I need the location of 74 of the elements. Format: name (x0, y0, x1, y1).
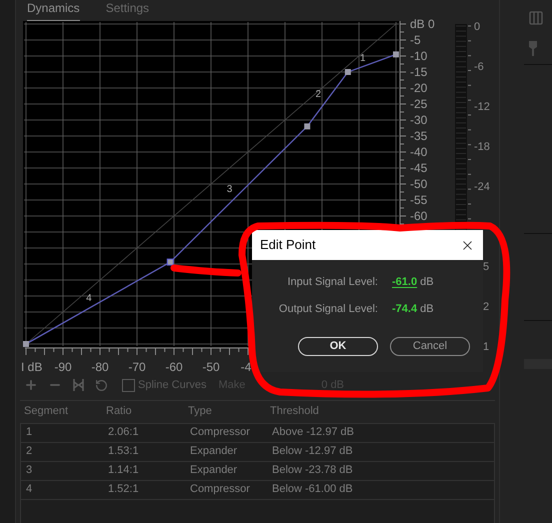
column-header: Segment (23, 404, 70, 420)
table-cell-text: 1.53:1 (107, 444, 140, 460)
meter-label: 1 (483, 341, 490, 353)
table-cell-text: Expander (189, 444, 238, 460)
table-cell-text: 2.06:1 (107, 425, 140, 440)
dialog-button[interactable]: Cancel (390, 337, 470, 356)
axis-label: -40 (410, 145, 428, 159)
column-header: Ratio (105, 404, 133, 420)
unit-label: dB (420, 275, 434, 290)
add-icon[interactable] (24, 378, 38, 392)
table-cell-text: Expander (189, 463, 238, 478)
segment-label: 2 (316, 89, 322, 100)
axis-label: -70 (128, 360, 146, 374)
meter-label: 5 (483, 261, 490, 273)
axis-label: -80 (91, 360, 109, 374)
table-row[interactable]: 3 1.14:1 Expander Below -23.78 dB (21, 462, 494, 480)
field-label: Input Signal Level: (286, 275, 378, 290)
slider-handle-icon[interactable] (528, 40, 538, 56)
axis-label: -10 (410, 49, 428, 63)
axis-label: -90 (54, 360, 72, 374)
leader-line (170, 264, 242, 276)
meter-label: -18 (474, 141, 490, 153)
axis-label: -25 (410, 97, 428, 111)
undo-icon[interactable] (95, 378, 108, 392)
axis-label: -60 (165, 360, 183, 374)
table-cell-text: 1.14:1 (107, 463, 140, 478)
table-cell-text: Below -61.00 dB (271, 482, 354, 498)
checkbox[interactable] (122, 378, 135, 392)
value-field[interactable]: -61.0 (392, 274, 418, 290)
meter-label: 0 (474, 22, 480, 33)
curve-point[interactable] (166, 258, 174, 266)
table-row[interactable]: 1 2.06:1 Compressor Above -12.97 dB (21, 424, 494, 442)
axis-label: dB 0 (410, 17, 435, 31)
table-cell-text: Below -12.97 dB (271, 444, 354, 460)
axis-label: -50 (202, 360, 220, 374)
axis-label: I dB (21, 360, 42, 374)
columns-icon[interactable] (528, 10, 544, 26)
unit-label: dB (420, 302, 434, 316)
axis-label: -45 (410, 161, 428, 175)
meter-label: 2 (483, 301, 490, 313)
segment-label: 4 (86, 293, 92, 304)
dialog-title: Edit Point (260, 236, 316, 254)
tab[interactable]: Settings (106, 0, 150, 22)
axis-label: -60 (410, 209, 428, 223)
column-header: Type (187, 404, 213, 420)
meter-label: -6 (474, 61, 484, 73)
meter-label: -12 (474, 101, 490, 113)
axis-label: -20 (410, 81, 428, 95)
table-cell-text: 4 (25, 482, 34, 498)
axis-label: -55 (410, 193, 428, 207)
segment-label: 3 (226, 184, 232, 196)
axis-label: -15 (410, 65, 428, 79)
meter-label: -24 (474, 181, 490, 193)
table-cell-text: 1 (25, 425, 34, 440)
table-cell-text: 3 (25, 463, 34, 478)
field-label: Output Signal Level: (278, 302, 378, 316)
table-cell-text: 1.52:1 (107, 482, 140, 498)
value-field[interactable]: -74.4 (392, 300, 418, 317)
table-cell-text: Below -23.78 dB (271, 463, 354, 478)
axis-label: -4 (240, 360, 252, 374)
segment-label: 1 (360, 53, 366, 64)
table-row[interactable]: 2 1.53:1 Expander Below -12.97 dB (21, 442, 494, 462)
table-cell-text: 2 (25, 444, 34, 460)
table-cell-text: Above -12.97 dB (271, 425, 355, 440)
table-row[interactable]: 4 1.52:1 Compressor Below -61.00 dB (21, 480, 494, 500)
table-cell-text: Compressor (189, 482, 251, 498)
dialog-button[interactable]: OK (298, 337, 378, 356)
table-cell-text: Compressor (189, 425, 251, 440)
arrows-icon[interactable] (72, 378, 85, 392)
axis-label: -50 (410, 177, 428, 191)
axis-label: -35 (410, 129, 428, 143)
axis-label: -30 (410, 113, 428, 127)
axis-label: -5 (410, 33, 421, 47)
column-header: Threshold (269, 404, 320, 420)
